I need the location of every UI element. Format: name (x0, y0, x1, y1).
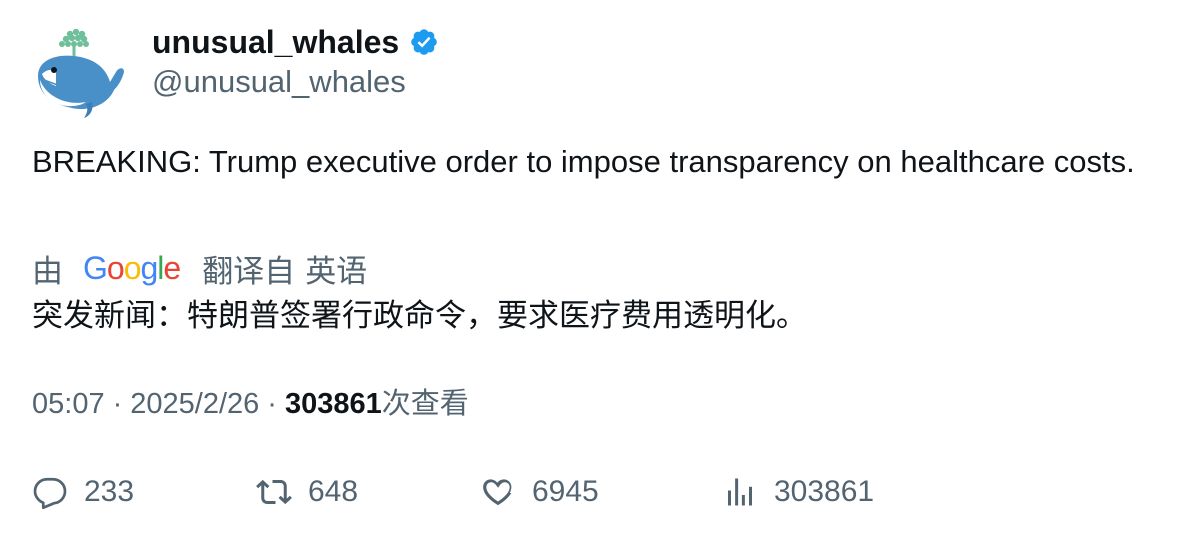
tweet-time[interactable]: 05:07 (32, 384, 105, 424)
views-count: 303861 (284, 388, 382, 420)
reply-icon (33, 477, 67, 510)
retweet-count: 648 (308, 475, 359, 508)
google-logo: Google (83, 250, 181, 286)
verified-badge-icon[interactable] (409, 27, 439, 57)
views-button[interactable]: 303861 (722, 472, 874, 512)
name-row: unusual_whales (152, 24, 439, 60)
translation-attribution[interactable]: 由 Google 翻译自 英语 (32, 248, 368, 289)
avatar[interactable] (32, 24, 128, 120)
views-label: 次查看 (381, 388, 469, 420)
retweet-button[interactable]: 648 (256, 472, 358, 512)
meta-separator: · (267, 388, 277, 420)
tweet-date[interactable]: 2025/2/26 (130, 384, 259, 424)
retweet-icon (256, 479, 292, 505)
like-count: 6945 (532, 475, 599, 508)
tweet-text: BREAKING: Trump executive order to impos… (32, 144, 1135, 179)
source-language: 英语 (305, 253, 368, 289)
tweet-header: unusual_whales @unusual_whales (32, 24, 732, 120)
display-name[interactable]: unusual_whales (152, 24, 399, 60)
like-button[interactable]: 6945 (480, 472, 599, 512)
like-icon (483, 479, 512, 506)
translated-by-label: 由 (32, 253, 63, 289)
translated-text: 突发新闻：特朗普签署行政命令，要求医疗费用透明化。 (32, 298, 807, 333)
reply-button[interactable]: 233 (32, 472, 134, 512)
translated-from-label: 翻译自 (202, 253, 296, 289)
reply-count: 233 (84, 475, 135, 508)
views-icon (728, 478, 752, 506)
tweet-meta: 05:07 · 2025/2/26 · 303861 次查看 (32, 384, 469, 424)
whale-logo-icon (38, 28, 124, 118)
meta-separator: · (112, 388, 123, 420)
user-handle[interactable]: @unusual_whales (152, 64, 406, 100)
views-action-count: 303861 (774, 475, 875, 508)
action-bar: 233 648 6945 303861 (32, 472, 1132, 512)
